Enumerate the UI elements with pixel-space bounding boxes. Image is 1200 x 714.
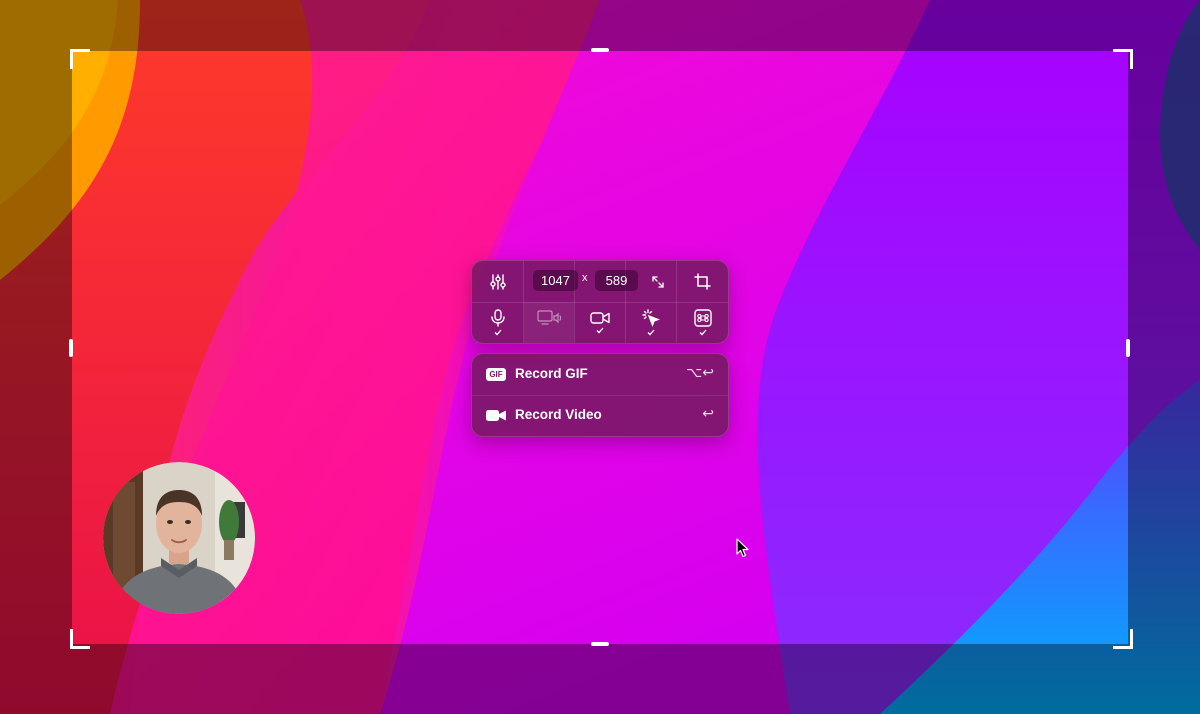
- record-gif-button[interactable]: GIF Record GIF ⌥↩: [472, 354, 728, 396]
- toolbar-row-options: [472, 302, 728, 343]
- record-menu: GIF Record GIF ⌥↩ Record Video ↩: [471, 353, 729, 437]
- resize-handle-bottom-right[interactable]: [1113, 629, 1133, 649]
- resize-handle-bottom-left[interactable]: [70, 629, 90, 649]
- crop-button[interactable]: [677, 261, 728, 302]
- click-highlight-icon: [642, 309, 660, 327]
- gif-icon: GIF: [485, 366, 507, 382]
- record-gif-shortcut: ⌥↩: [686, 365, 714, 381]
- camera-checkmark: [596, 326, 604, 334]
- click-highlight-checkmark: [647, 328, 655, 336]
- dim-overlay-top: [0, 0, 1200, 51]
- dim-overlay-left: [0, 51, 72, 644]
- microphone-icon: [490, 309, 505, 327]
- resize-handle-left[interactable]: [69, 339, 73, 357]
- video-camera-icon: [485, 407, 507, 423]
- toolbar-row-size: 1047 x 589: [472, 261, 728, 303]
- record-video-button[interactable]: Record Video ↩: [472, 395, 728, 436]
- settings-button[interactable]: [472, 261, 523, 302]
- sliders-icon: [489, 273, 506, 290]
- camera-icon: [590, 312, 610, 324]
- keystroke-icon: [693, 309, 712, 327]
- resize-handle-top-right[interactable]: [1113, 49, 1133, 69]
- resize-handle-bottom[interactable]: [591, 642, 609, 646]
- record-video-shortcut: ↩: [702, 406, 714, 422]
- system-audio-toggle[interactable]: [524, 302, 574, 343]
- click-highlight-toggle[interactable]: [626, 302, 676, 343]
- times-sign: x: [582, 272, 588, 284]
- expand-icon: [652, 275, 664, 288]
- crop-icon: [694, 273, 711, 290]
- expand-button[interactable]: [647, 261, 669, 302]
- capture-toolbar: 1047 x 589: [471, 260, 729, 344]
- record-video-label: Record Video: [515, 407, 602, 422]
- microphone-checkmark: [494, 328, 502, 336]
- width-field[interactable]: 1047: [533, 270, 578, 291]
- keystroke-toggle[interactable]: [677, 302, 728, 343]
- height-field[interactable]: 589: [595, 270, 638, 291]
- dim-overlay-right: [1128, 51, 1200, 644]
- dim-overlay-bottom: [0, 644, 1200, 714]
- webcam-preview[interactable]: [103, 462, 255, 614]
- resize-handle-top-left[interactable]: [70, 49, 90, 69]
- record-gif-label: Record GIF: [515, 366, 588, 381]
- system-audio-icon: [537, 310, 561, 325]
- microphone-toggle[interactable]: [472, 302, 523, 343]
- keystroke-checkmark: [699, 328, 707, 336]
- resize-handle-top[interactable]: [591, 48, 609, 52]
- camera-toggle[interactable]: [575, 302, 625, 343]
- mouse-cursor-icon: [736, 538, 749, 558]
- resize-handle-right[interactable]: [1126, 339, 1130, 357]
